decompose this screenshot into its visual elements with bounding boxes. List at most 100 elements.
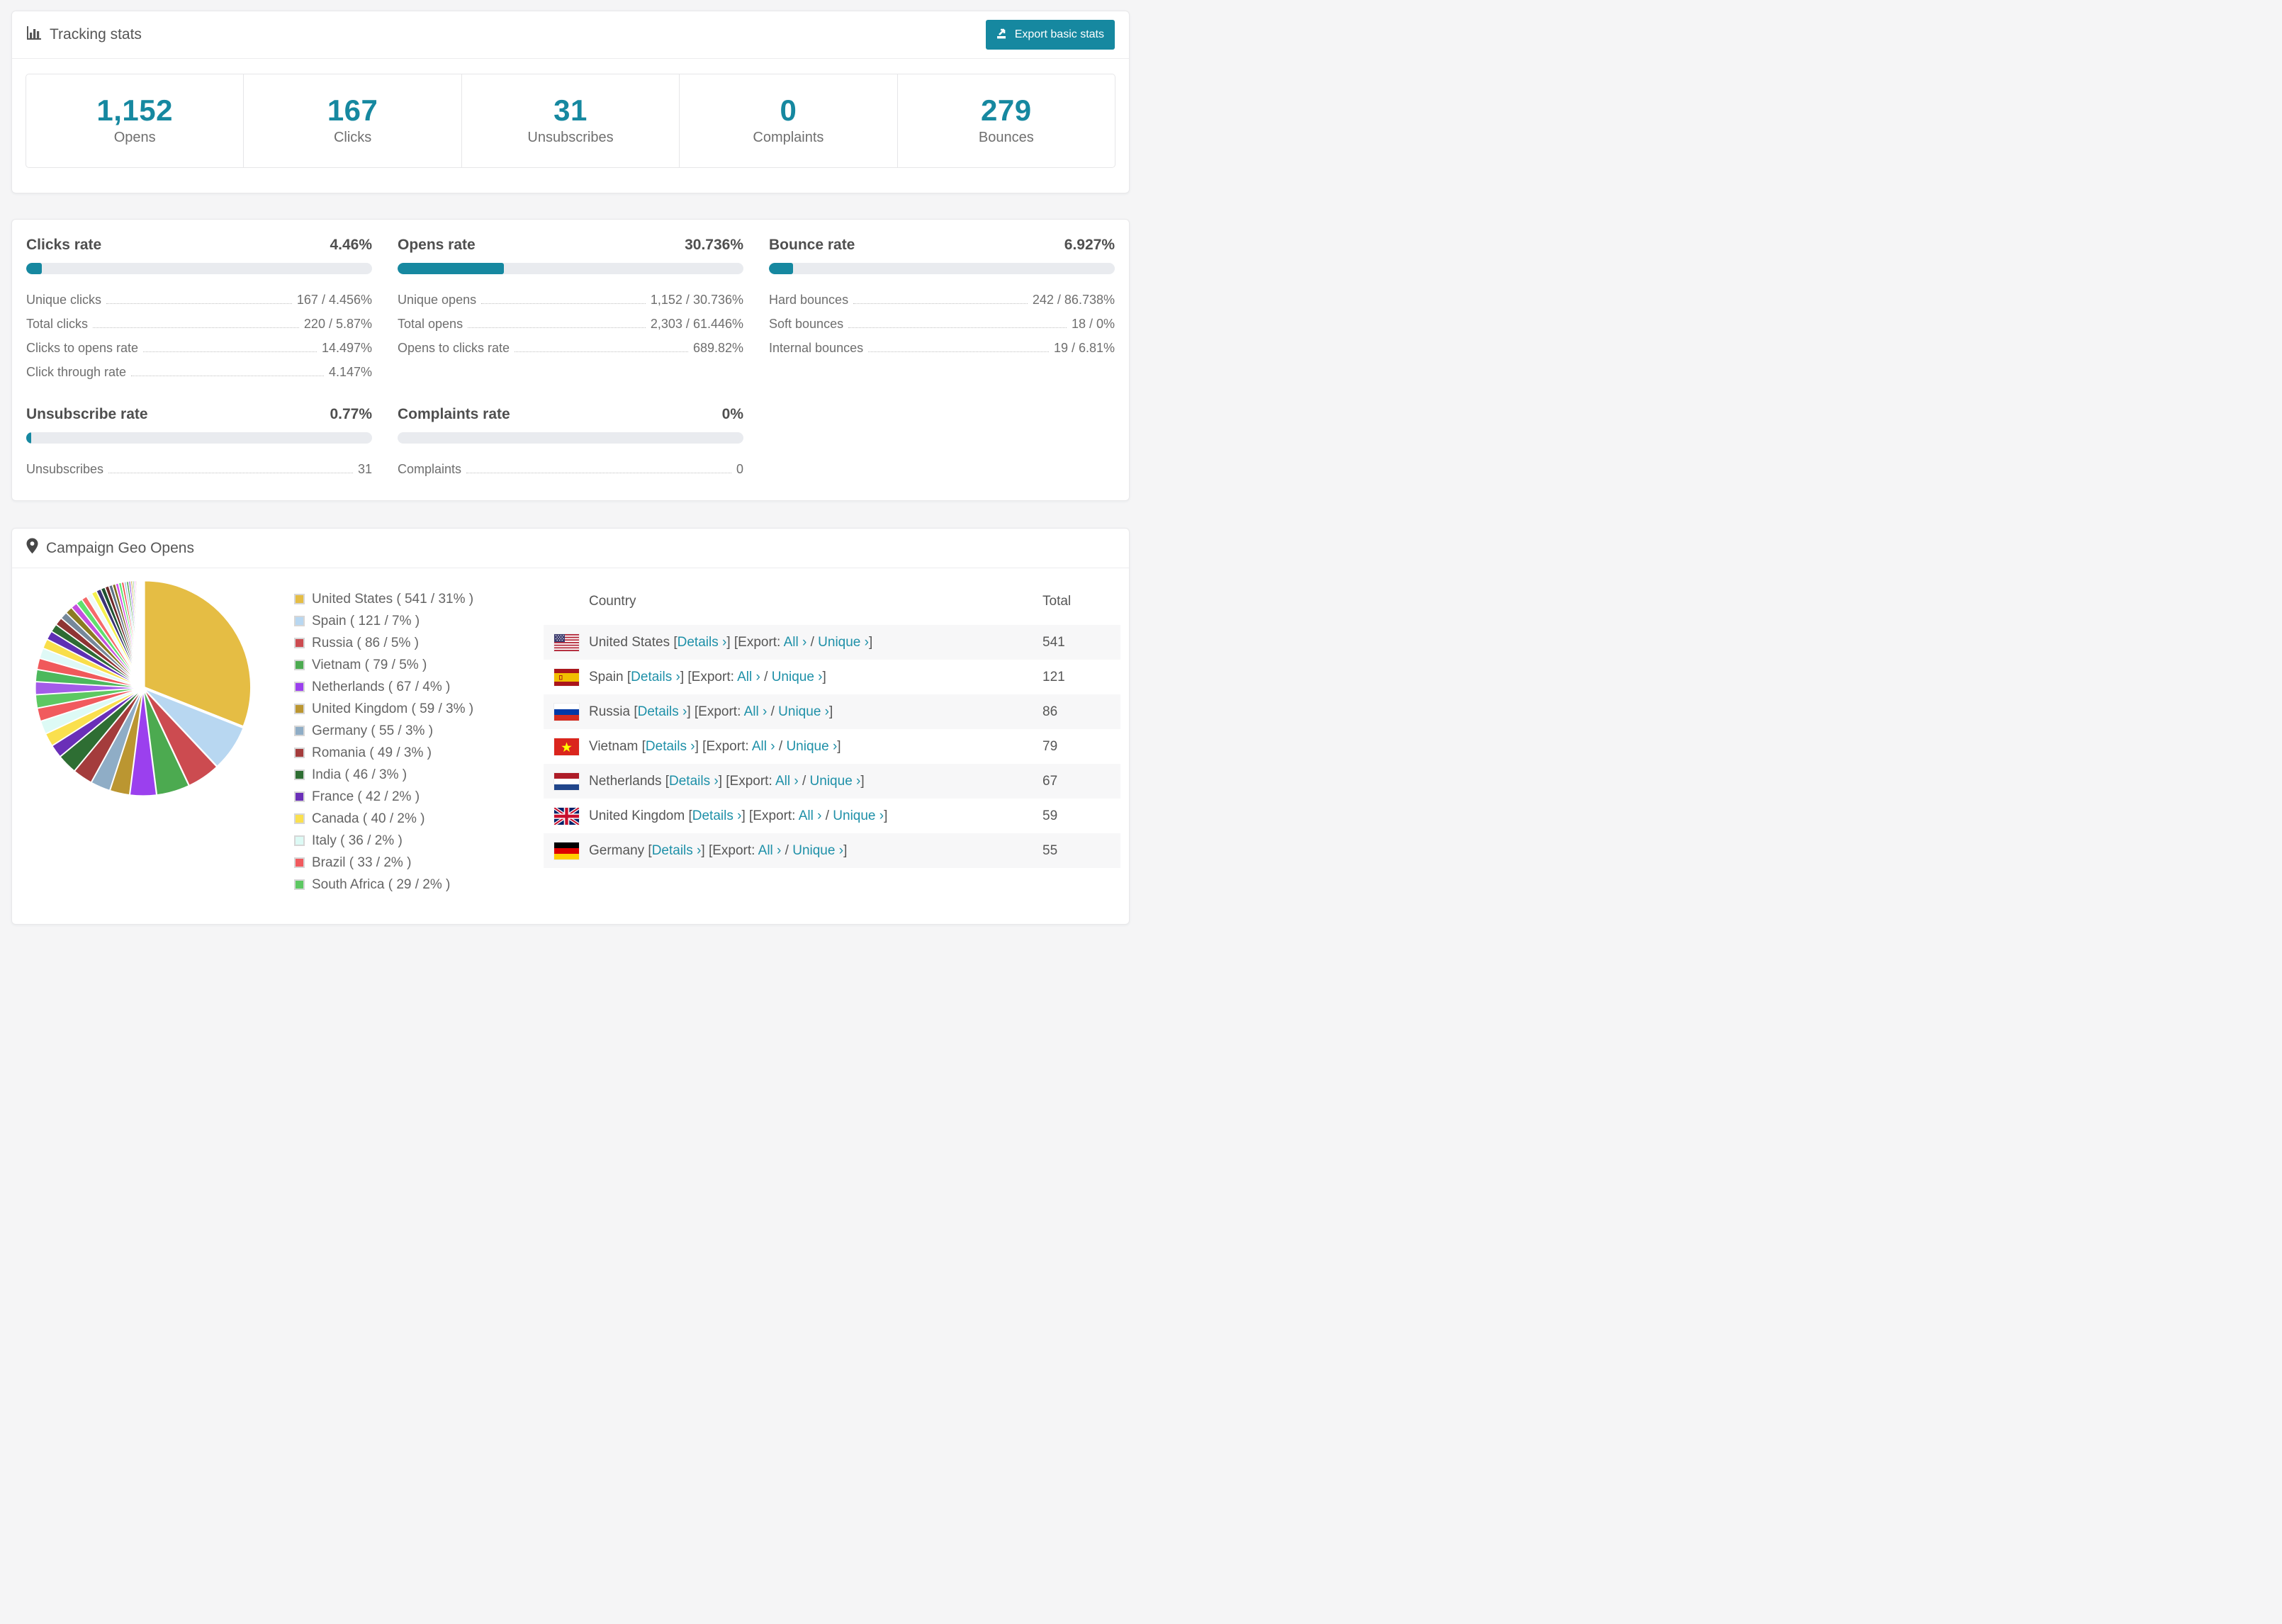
export-all-link[interactable]: All › bbox=[744, 704, 768, 719]
legend-label: Russia ( 86 / 5% ) bbox=[312, 635, 419, 650]
export-all-link[interactable]: All › bbox=[775, 774, 799, 789]
rate-detail-row: Clicks to opens rate 14.497% bbox=[26, 337, 372, 361]
geo-pie-chart bbox=[33, 578, 253, 801]
rate-detail-row: Opens to clicks rate 689.82% bbox=[398, 337, 743, 361]
details-link[interactable]: Details › bbox=[646, 739, 695, 754]
legend-item[interactable]: India ( 46 / 3% ) bbox=[294, 764, 528, 786]
legend-swatch bbox=[294, 813, 305, 824]
flag-icon-us bbox=[554, 633, 579, 651]
legend-label: India ( 46 / 3% ) bbox=[312, 767, 408, 782]
dotted-leader bbox=[131, 367, 324, 376]
legend-item[interactable]: Vietnam ( 79 / 5% ) bbox=[294, 654, 528, 676]
rates-card: Clicks rate 4.46% Unique clicks 167 / 4.… bbox=[11, 219, 1130, 501]
legend-item[interactable]: Germany ( 55 / 3% ) bbox=[294, 720, 528, 742]
rate-head: Clicks rate 4.46% bbox=[26, 237, 372, 254]
rate-detail-row: Complaints 0 bbox=[398, 458, 743, 482]
legend-label: South Africa ( 29 / 2% ) bbox=[312, 876, 451, 892]
export-all-link[interactable]: All › bbox=[784, 635, 807, 650]
dotted-leader bbox=[106, 295, 292, 304]
export-unique-link[interactable]: Unique › bbox=[778, 704, 829, 719]
export-unique-link[interactable]: Unique › bbox=[786, 739, 837, 754]
geo-table-row: Germany [Details ›] [Export: All › / Uni… bbox=[544, 833, 1120, 868]
legend-item[interactable]: Russia ( 86 / 5% ) bbox=[294, 632, 528, 654]
geo-table-rows: United States [Details ›] [Export: All ›… bbox=[544, 625, 1120, 868]
flag-icon-ru bbox=[554, 703, 579, 721]
rate-percent: 6.927% bbox=[1064, 237, 1115, 253]
export-all-link[interactable]: All › bbox=[737, 670, 760, 684]
rate-detail-value: 18 / 0% bbox=[1071, 317, 1115, 331]
rate-progress-fill bbox=[398, 263, 504, 274]
rate-percent: 4.46% bbox=[330, 237, 372, 253]
legend-item[interactable]: Italy ( 36 / 2% ) bbox=[294, 830, 528, 852]
stat-value: 1,152 bbox=[96, 94, 173, 127]
details-link[interactable]: Details › bbox=[631, 670, 680, 684]
rate-detail-row: Unique opens 1,152 / 30.736% bbox=[398, 288, 743, 312]
details-link[interactable]: Details › bbox=[669, 774, 719, 789]
stat-label: Bounces bbox=[978, 130, 1034, 145]
rate-title: Clicks rate bbox=[26, 237, 102, 253]
rate-block: Bounce rate 6.927% Hard bounces 242 / 86… bbox=[769, 237, 1115, 385]
export-unique-link[interactable]: Unique › bbox=[833, 808, 884, 823]
export-basic-stats-button[interactable]: Export basic stats bbox=[985, 20, 1115, 50]
legend-swatch bbox=[294, 726, 305, 736]
geo-row-total: 59 bbox=[1042, 808, 1058, 823]
legend-swatch bbox=[294, 660, 305, 670]
rate-detail-value: 2,303 / 61.446% bbox=[650, 317, 743, 331]
legend-label: Spain ( 121 / 7% ) bbox=[312, 613, 420, 628]
legend-item[interactable]: Romania ( 49 / 3% ) bbox=[294, 742, 528, 764]
legend-label: United Kingdom ( 59 / 3% ) bbox=[312, 701, 474, 716]
rate-detail-label: Complaints bbox=[398, 462, 462, 476]
legend-item[interactable]: Spain ( 121 / 7% ) bbox=[294, 610, 528, 632]
stat-cell-complaints: 0 Complaints bbox=[679, 74, 896, 167]
geo-row-country: Netherlands [Details ›] [Export: All › /… bbox=[589, 773, 865, 789]
geo-row-total: 67 bbox=[1042, 773, 1058, 789]
rate-percent: 30.736% bbox=[685, 237, 743, 253]
dotted-leader bbox=[515, 343, 688, 352]
export-unique-link[interactable]: Unique › bbox=[818, 635, 869, 650]
stat-value: 0 bbox=[780, 94, 797, 127]
stat-cell-unsubscribes: 31 Unsubscribes bbox=[461, 74, 679, 167]
details-link[interactable]: Details › bbox=[678, 635, 727, 650]
geo-table-row: United States [Details ›] [Export: All ›… bbox=[544, 625, 1120, 660]
flag-icon-de bbox=[554, 842, 579, 859]
export-icon bbox=[996, 27, 1008, 43]
export-all-link[interactable]: All › bbox=[758, 843, 782, 858]
dotted-leader bbox=[481, 295, 646, 304]
legend-item[interactable]: Canada ( 40 / 2% ) bbox=[294, 808, 528, 830]
dotted-leader bbox=[143, 343, 317, 352]
stat-label: Opens bbox=[113, 130, 156, 145]
stats-row: 1,152 Opens 167 Clicks 31 Unsubscribes 0… bbox=[26, 74, 1115, 168]
export-unique-link[interactable]: Unique › bbox=[792, 843, 843, 858]
details-link[interactable]: Details › bbox=[652, 843, 702, 858]
export-all-link[interactable]: All › bbox=[799, 808, 822, 823]
legend-item[interactable]: United Kingdom ( 59 / 3% ) bbox=[294, 698, 528, 720]
geo-row-total: 541 bbox=[1042, 634, 1065, 650]
export-unique-link[interactable]: Unique › bbox=[772, 670, 823, 684]
details-link[interactable]: Details › bbox=[638, 704, 687, 719]
rate-percent: 0% bbox=[721, 406, 743, 422]
legend-label: France ( 42 / 2% ) bbox=[312, 789, 420, 804]
legend-item[interactable]: United States ( 541 / 31% ) bbox=[294, 588, 528, 610]
stat-label: Complaints bbox=[753, 130, 824, 145]
details-link[interactable]: Details › bbox=[692, 808, 742, 823]
geo-row-country: Spain [Details ›] [Export: All › / Uniqu… bbox=[589, 669, 826, 684]
legend-item[interactable]: South Africa ( 29 / 2% ) bbox=[294, 874, 528, 896]
geo-row-country: Vietnam [Details ›] [Export: All › / Uni… bbox=[589, 738, 841, 754]
rate-head: Opens rate 30.736% bbox=[398, 237, 743, 254]
rate-detail-label: Unique clicks bbox=[26, 293, 102, 307]
legend-item[interactable]: Netherlands ( 67 / 4% ) bbox=[294, 676, 528, 698]
export-button-label: Export basic stats bbox=[1014, 28, 1104, 40]
legend-label: Romania ( 49 / 3% ) bbox=[312, 745, 432, 760]
legend-item[interactable]: France ( 42 / 2% ) bbox=[294, 786, 528, 808]
legend-label: United States ( 541 / 31% ) bbox=[312, 591, 474, 607]
legend-item[interactable]: Brazil ( 33 / 2% ) bbox=[294, 852, 528, 874]
geo-row-country: United Kingdom [Details ›] [Export: All … bbox=[589, 808, 888, 823]
export-unique-link[interactable]: Unique › bbox=[810, 774, 861, 789]
export-all-link[interactable]: All › bbox=[752, 739, 775, 754]
rate-detail-label: Total clicks bbox=[26, 317, 89, 331]
rate-detail-row: Unsubscribes 31 bbox=[26, 458, 372, 482]
stat-cell-opens: 1,152 Opens bbox=[26, 74, 243, 167]
tracking-stats-header: Tracking stats Export basic stats bbox=[12, 11, 1129, 59]
rate-title: Opens rate bbox=[398, 237, 476, 253]
geo-row-country: United States [Details ›] [Export: All ›… bbox=[589, 634, 873, 650]
